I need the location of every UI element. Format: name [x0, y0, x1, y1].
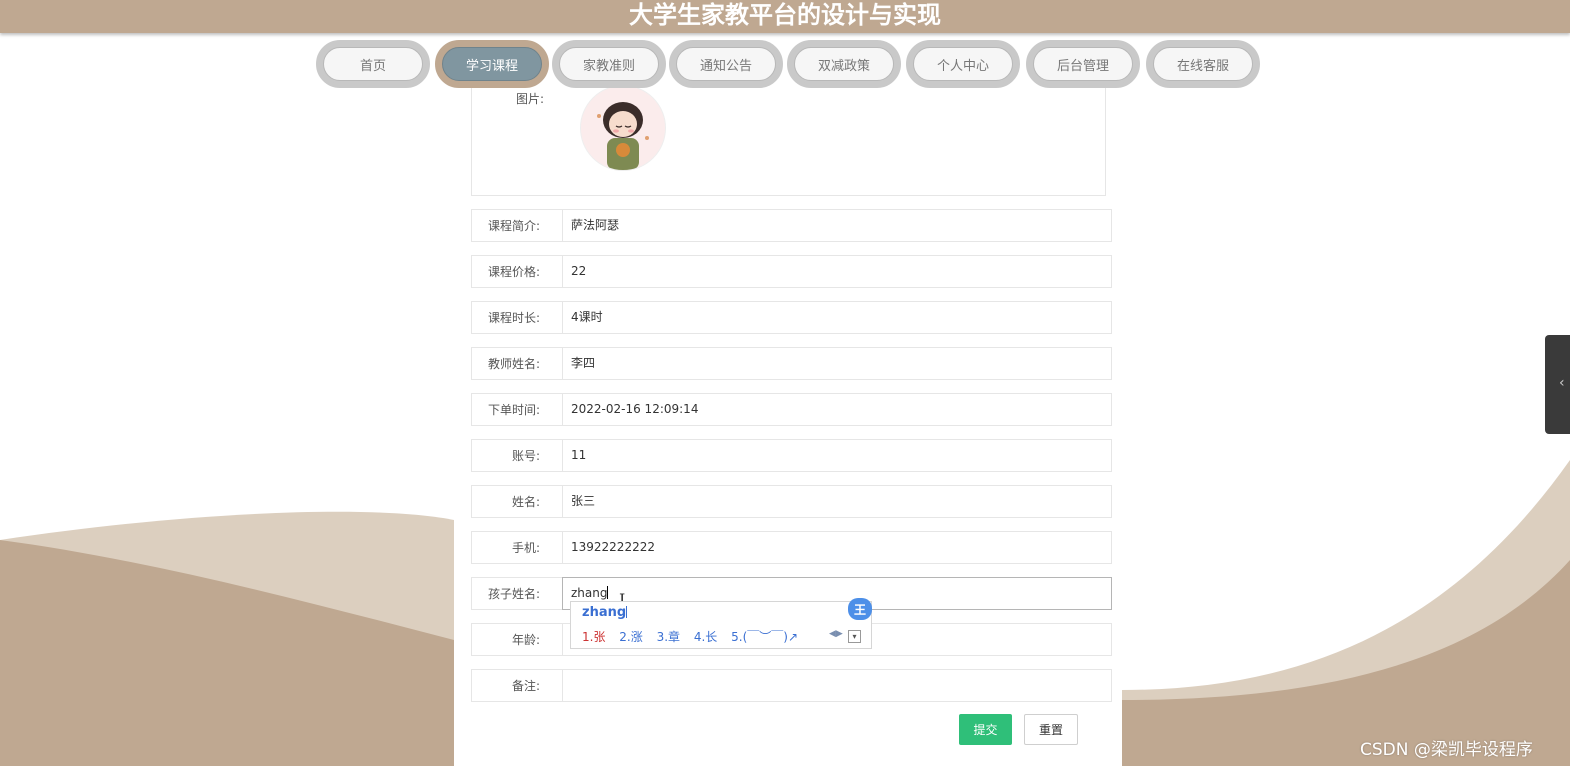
site-title: 大学生家教平台的设计与实现 [629, 1, 941, 29]
ime-logo-icon: 王 [848, 598, 872, 620]
ime-expand-icon[interactable]: ▾ [848, 630, 861, 643]
ime-candidate[interactable]: 3.章 [657, 630, 680, 644]
field-row-phone: 手机: 13922222222 [471, 531, 1112, 564]
ime-candidates: 1.张 2.涨 3.章 4.长 5.(￣︶￣)↗ [582, 628, 808, 645]
course-intro-field[interactable]: 萨法阿瑟 [562, 209, 1112, 242]
order-time-field[interactable]: 2022-02-16 12:09:14 [562, 393, 1112, 426]
side-panel-handle[interactable]: ‹ [1545, 335, 1570, 434]
field-label: 备注: [511, 679, 540, 693]
nav-guidelines[interactable]: 家教准则 [552, 40, 666, 88]
field-row-teacher: 教师姓名: 李四 [471, 347, 1112, 380]
avatar [580, 85, 666, 171]
field-row-duration: 课程时长: 4课时 [471, 301, 1112, 334]
chevron-left-icon: ‹ [1559, 375, 1565, 391]
field-label: 账号: [511, 449, 540, 463]
ime-candidate[interactable]: 4.长 [694, 630, 717, 644]
field-label: 姓名: [511, 495, 540, 509]
order-form: 图片: 课程简介: 萨法阿瑟 课程价格: 22 课程时长: 4课时 教师姓名: … [454, 85, 1122, 766]
phone-field[interactable]: 13922222222 [562, 531, 1112, 564]
ime-candidate-popup: zhang 1.张 2.涨 3.章 4.长 5.(￣︶￣)↗ ◀▶ ▾ 王 [570, 598, 872, 649]
field-label: 教师姓名: [487, 357, 540, 371]
field-row-ordertime: 下单时间: 2022-02-16 12:09:14 [471, 393, 1112, 426]
field-label: 下单时间: [487, 403, 540, 417]
reset-button[interactable]: 重置 [1024, 714, 1078, 745]
nav-home[interactable]: 首页 [316, 40, 430, 88]
field-row-account: 账号: 11 [471, 439, 1112, 472]
field-label: 孩子姓名: [487, 587, 540, 601]
nav-policy[interactable]: 双减政策 [787, 40, 901, 88]
nav-profile[interactable]: 个人中心 [906, 40, 1020, 88]
name-field[interactable]: 张三 [562, 485, 1112, 518]
nav-courses[interactable]: 学习课程 [435, 40, 549, 88]
field-label: 手机: [511, 541, 540, 555]
ime-candidate[interactable]: 2.涨 [619, 630, 642, 644]
field-label: 课程价格: [487, 265, 540, 279]
image-label: 图片: [516, 92, 545, 106]
watermark: CSDN @梁凯毕设程序 [1360, 740, 1533, 760]
field-row-intro: 课程简介: 萨法阿瑟 [471, 209, 1112, 242]
image-row: 图片: [471, 85, 1106, 196]
ime-candidate[interactable]: 5.(￣︶￣)↗ [731, 630, 798, 644]
field-label: 课程简介: [487, 219, 540, 233]
teacher-name-field[interactable]: 李四 [562, 347, 1112, 380]
course-price-field[interactable]: 22 [562, 255, 1112, 288]
remark-input[interactable] [562, 669, 1112, 702]
course-duration-field[interactable]: 4课时 [562, 301, 1112, 334]
field-row-remark: 备注: [471, 669, 1112, 702]
submit-button[interactable]: 提交 [959, 714, 1012, 745]
account-field[interactable]: 11 [562, 439, 1112, 472]
site-header: 大学生家教平台的设计与实现 [0, 0, 1570, 33]
ime-candidate[interactable]: 1.张 [582, 630, 605, 644]
field-row-price: 课程价格: 22 [471, 255, 1112, 288]
nav-support[interactable]: 在线客服 [1146, 40, 1260, 88]
child-name-value: zhang [571, 586, 608, 600]
nav-notices[interactable]: 通知公告 [669, 40, 783, 88]
field-label: 年龄: [511, 633, 540, 647]
nav-admin[interactable]: 后台管理 [1026, 40, 1140, 88]
field-label: 课程时长: [487, 311, 540, 325]
ime-page-arrows-icon[interactable]: ◀▶ [829, 629, 843, 639]
text-caret [607, 586, 609, 599]
ime-composition: zhang [582, 605, 628, 620]
field-row-name: 姓名: 张三 [471, 485, 1112, 518]
